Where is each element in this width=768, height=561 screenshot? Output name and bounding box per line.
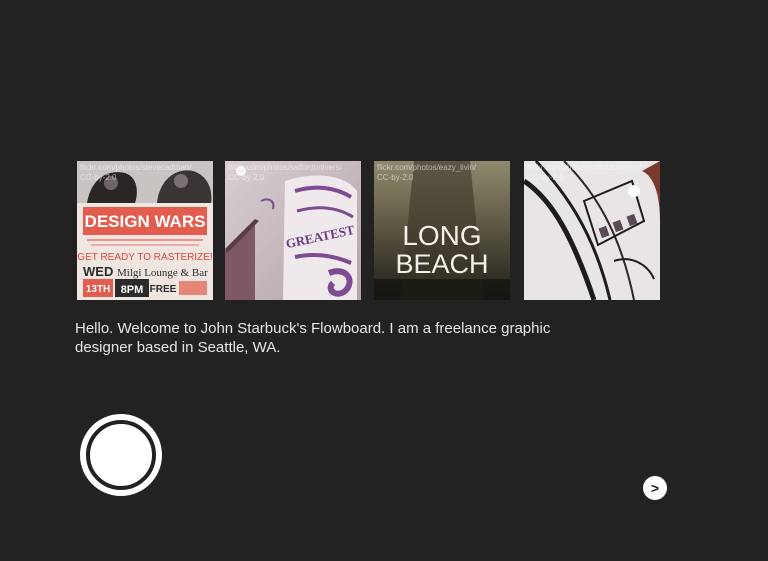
poster-time: 8PM (121, 284, 144, 296)
poster-title: DESIGN WARS (85, 212, 206, 231)
record-button[interactable] (80, 414, 162, 496)
record-ring-icon (86, 420, 156, 490)
thumbnail-design-wars[interactable]: DESIGN WARS GET READY TO RASTERIZE! WED … (77, 161, 213, 300)
poster-venue: Milgi Lounge & Bar (117, 267, 208, 279)
design-wars-image: DESIGN WARS GET READY TO RASTERIZE! WED … (77, 161, 213, 300)
thumbnail-long-beach[interactable]: LONG BEACH flickr.com/photos/eazy_livin/… (374, 161, 510, 300)
line-mural-image (524, 161, 660, 300)
intro-text: Hello. Welcome to John Starbuck's Flowbo… (75, 320, 551, 356)
long-beach-image: LONG BEACH (374, 161, 510, 300)
poster-subtitle: GET READY TO RASTERIZE! (77, 252, 212, 263)
poster-day: WED (83, 264, 113, 279)
next-button[interactable]: > (643, 476, 667, 500)
poster-date: 13TH (86, 284, 110, 295)
thumbnail-line-mural[interactable]: flickr.com/photos/salfordunivers/ CC-by-… (524, 161, 660, 300)
flowboard-stage: DESIGN WARS GET READY TO RASTERIZE! WED … (0, 0, 768, 561)
sign-line-1: LONG (402, 220, 481, 251)
lettering-mural-image: GREATEST (225, 161, 361, 300)
poster-free: FREE (150, 284, 177, 295)
sign-line-2: BEACH (395, 249, 488, 279)
thumbnail-lettering-mural[interactable]: GREATEST flickr.com/photos/salforduniver… (225, 161, 361, 300)
